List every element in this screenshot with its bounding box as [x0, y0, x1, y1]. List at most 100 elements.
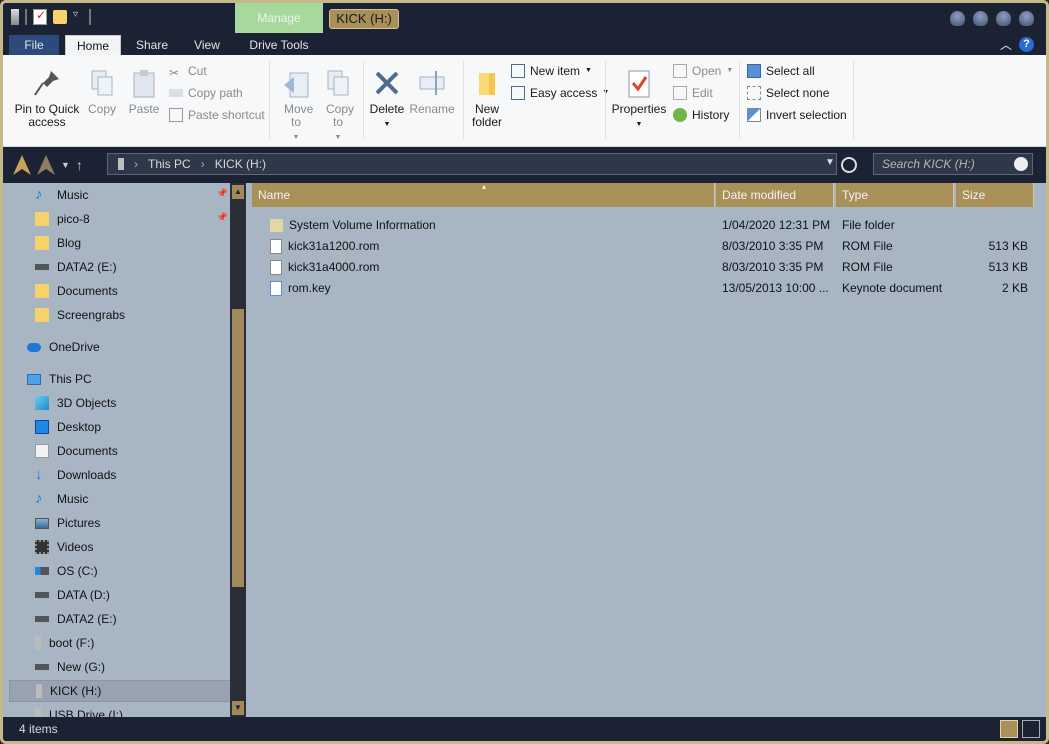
close-button[interactable]: [1019, 11, 1034, 26]
move-to-button[interactable]: Move to ▼: [277, 67, 315, 144]
nav-item-music-pc[interactable]: ♪ Music: [35, 488, 88, 510]
manage-context-tab[interactable]: Manage: [235, 3, 323, 33]
delete-button[interactable]: Delete ▼: [367, 67, 407, 131]
select-all-button[interactable]: Select all: [747, 62, 815, 80]
search-icon[interactable]: [1014, 157, 1028, 171]
nav-item-screengrabs[interactable]: Screengrabs: [35, 304, 125, 326]
nav-item-desktop[interactable]: Desktop: [35, 416, 101, 438]
nav-item-usb-drive-i[interactable]: USB Drive (I:): [35, 704, 123, 717]
tab-drive-tools[interactable]: Drive Tools: [239, 35, 319, 55]
maximize-button[interactable]: [973, 11, 988, 26]
scrollbar-thumb[interactable]: [232, 309, 244, 587]
tab-home[interactable]: Home: [65, 35, 121, 57]
rename-label: Rename: [409, 102, 455, 116]
nav-item-data2-quick[interactable]: DATA2 (E:): [35, 256, 117, 278]
folder-icon: [35, 308, 49, 322]
address-bar[interactable]: › This PC › KICK (H:): [107, 153, 837, 175]
customize-toolbar-chevron-icon[interactable]: ▿: [73, 9, 83, 25]
nav-item-pico-8[interactable]: pico-8: [35, 208, 90, 230]
file-row[interactable]: rom.key 13/05/2013 10:00 ... Keynote doc…: [246, 278, 1046, 299]
nav-item-downloads[interactable]: ↓ Downloads: [35, 464, 116, 486]
paste-shortcut-button[interactable]: Paste shortcut: [169, 106, 265, 124]
forward-button[interactable]: [37, 155, 55, 175]
nav-item-new-g[interactable]: New (G:): [35, 656, 105, 678]
new-item-button[interactable]: New item ▼: [511, 62, 592, 80]
copy-path-button[interactable]: Copy path: [169, 84, 243, 102]
nav-item-documents[interactable]: Documents: [35, 440, 118, 462]
scroll-up-arrow-icon[interactable]: ▲: [232, 185, 244, 199]
folder-icon: [35, 212, 49, 226]
refresh-icon[interactable]: [841, 157, 857, 173]
nav-item-kick-h[interactable]: KICK (H:): [9, 680, 231, 702]
copy-to-button[interactable]: Copy to ▼: [319, 67, 357, 144]
pin-to-quick-access-button[interactable]: Pin to Quick access: [11, 67, 83, 129]
scroll-down-arrow-icon[interactable]: ▼: [232, 701, 244, 715]
back-button[interactable]: [13, 155, 31, 175]
properties-icon[interactable]: [33, 8, 47, 25]
column-header-type[interactable]: Type: [836, 183, 954, 207]
breadcrumb-this-pc[interactable]: This PC: [148, 154, 191, 174]
nav-item-boot-f[interactable]: boot (F:): [35, 632, 94, 654]
search-placeholder: Search KICK (H:): [882, 157, 975, 171]
search-input[interactable]: Search KICK (H:): [873, 153, 1033, 175]
nav-scrollbar[interactable]: ▲ ▼: [230, 183, 246, 717]
copy-button[interactable]: Copy: [83, 67, 121, 116]
tab-file[interactable]: File: [9, 35, 59, 55]
nav-label: KICK (H:): [50, 684, 102, 698]
rename-button[interactable]: Rename: [409, 67, 455, 116]
pin-icon[interactable]: 📌: [217, 212, 228, 223]
ribbon-home: Pin to Quick access Copy Paste ✂ Cut Copy…: [3, 55, 1046, 147]
select-none-button[interactable]: Select none: [747, 84, 829, 102]
tab-share[interactable]: Share: [127, 35, 177, 55]
usb-drive-icon: [35, 636, 41, 650]
recent-locations-chevron-icon[interactable]: ▼: [61, 160, 70, 170]
select-all-icon: [747, 64, 761, 78]
paste-button[interactable]: Paste: [125, 67, 163, 116]
pin-icon[interactable]: 📌: [217, 188, 228, 199]
up-arrow-icon[interactable]: ↑: [76, 157, 83, 173]
invert-selection-button[interactable]: Invert selection: [747, 106, 847, 124]
nav-label: USB Drive (I:): [49, 708, 124, 717]
nav-item-3d-objects[interactable]: 3D Objects: [35, 392, 116, 414]
nav-item-data-d[interactable]: DATA (D:): [35, 584, 110, 606]
restore-button[interactable]: [996, 11, 1011, 26]
cut-button[interactable]: ✂ Cut: [169, 62, 207, 80]
edit-button[interactable]: Edit: [673, 84, 713, 102]
nav-item-this-pc[interactable]: This PC: [27, 368, 92, 390]
history-button[interactable]: History: [673, 106, 729, 124]
file-row[interactable]: kick31a1200.rom 8/03/2010 3:35 PM ROM Fi…: [246, 236, 1046, 257]
properties-button[interactable]: Properties ▼: [611, 67, 667, 131]
address-history-chevron-icon[interactable]: ▼: [825, 157, 835, 168]
tab-view[interactable]: View: [183, 35, 231, 55]
new-folder-icon[interactable]: [53, 10, 67, 24]
drive-icon: [11, 9, 19, 25]
nav-label: OS (C:): [57, 564, 98, 578]
select-none-icon: [747, 86, 761, 100]
new-folder-button[interactable]: New folder: [467, 67, 507, 129]
collapse-ribbon-chevron-icon[interactable]: ︿: [1000, 36, 1012, 53]
address-row: ▼ ↑ › This PC › KICK (H:) ▼ Search KICK …: [3, 147, 1046, 183]
open-button[interactable]: Open ▼: [673, 62, 733, 80]
nav-item-data2-e[interactable]: DATA2 (E:): [35, 608, 117, 630]
file-row[interactable]: kick31a4000.rom 8/03/2010 3:35 PM ROM Fi…: [246, 257, 1046, 278]
details-view-icon[interactable]: [1000, 720, 1018, 738]
easy-access-button[interactable]: Easy access▼: [511, 84, 609, 102]
breadcrumb-kick[interactable]: KICK (H:): [215, 154, 266, 174]
file-row[interactable]: System Volume Information 1/04/2020 12:3…: [246, 215, 1046, 236]
nav-item-documents-quick[interactable]: Documents: [35, 280, 118, 302]
nav-item-os-c[interactable]: OS (C:): [35, 560, 98, 582]
nav-item-blog[interactable]: Blog: [35, 232, 81, 254]
nav-item-videos[interactable]: Videos: [35, 536, 93, 558]
explorer-window: ▿ Manage KICK (H:) File Home Share View …: [0, 0, 1049, 744]
breadcrumb-separator-icon: ›: [200, 157, 205, 171]
large-icons-view-icon[interactable]: [1022, 720, 1040, 738]
column-header-name[interactable]: Name ▴: [252, 182, 715, 207]
column-header-size[interactable]: Size: [956, 183, 1034, 207]
help-icon[interactable]: ?: [1019, 37, 1034, 52]
nav-item-onedrive[interactable]: OneDrive: [27, 336, 100, 358]
nav-item-pictures[interactable]: Pictures: [35, 512, 100, 534]
file-date: 13/05/2013 10:00 ...: [722, 281, 829, 295]
nav-item-music[interactable]: ♪ Music: [35, 184, 88, 206]
minimize-button[interactable]: [950, 11, 965, 26]
column-header-date-modified[interactable]: Date modified: [716, 183, 834, 207]
